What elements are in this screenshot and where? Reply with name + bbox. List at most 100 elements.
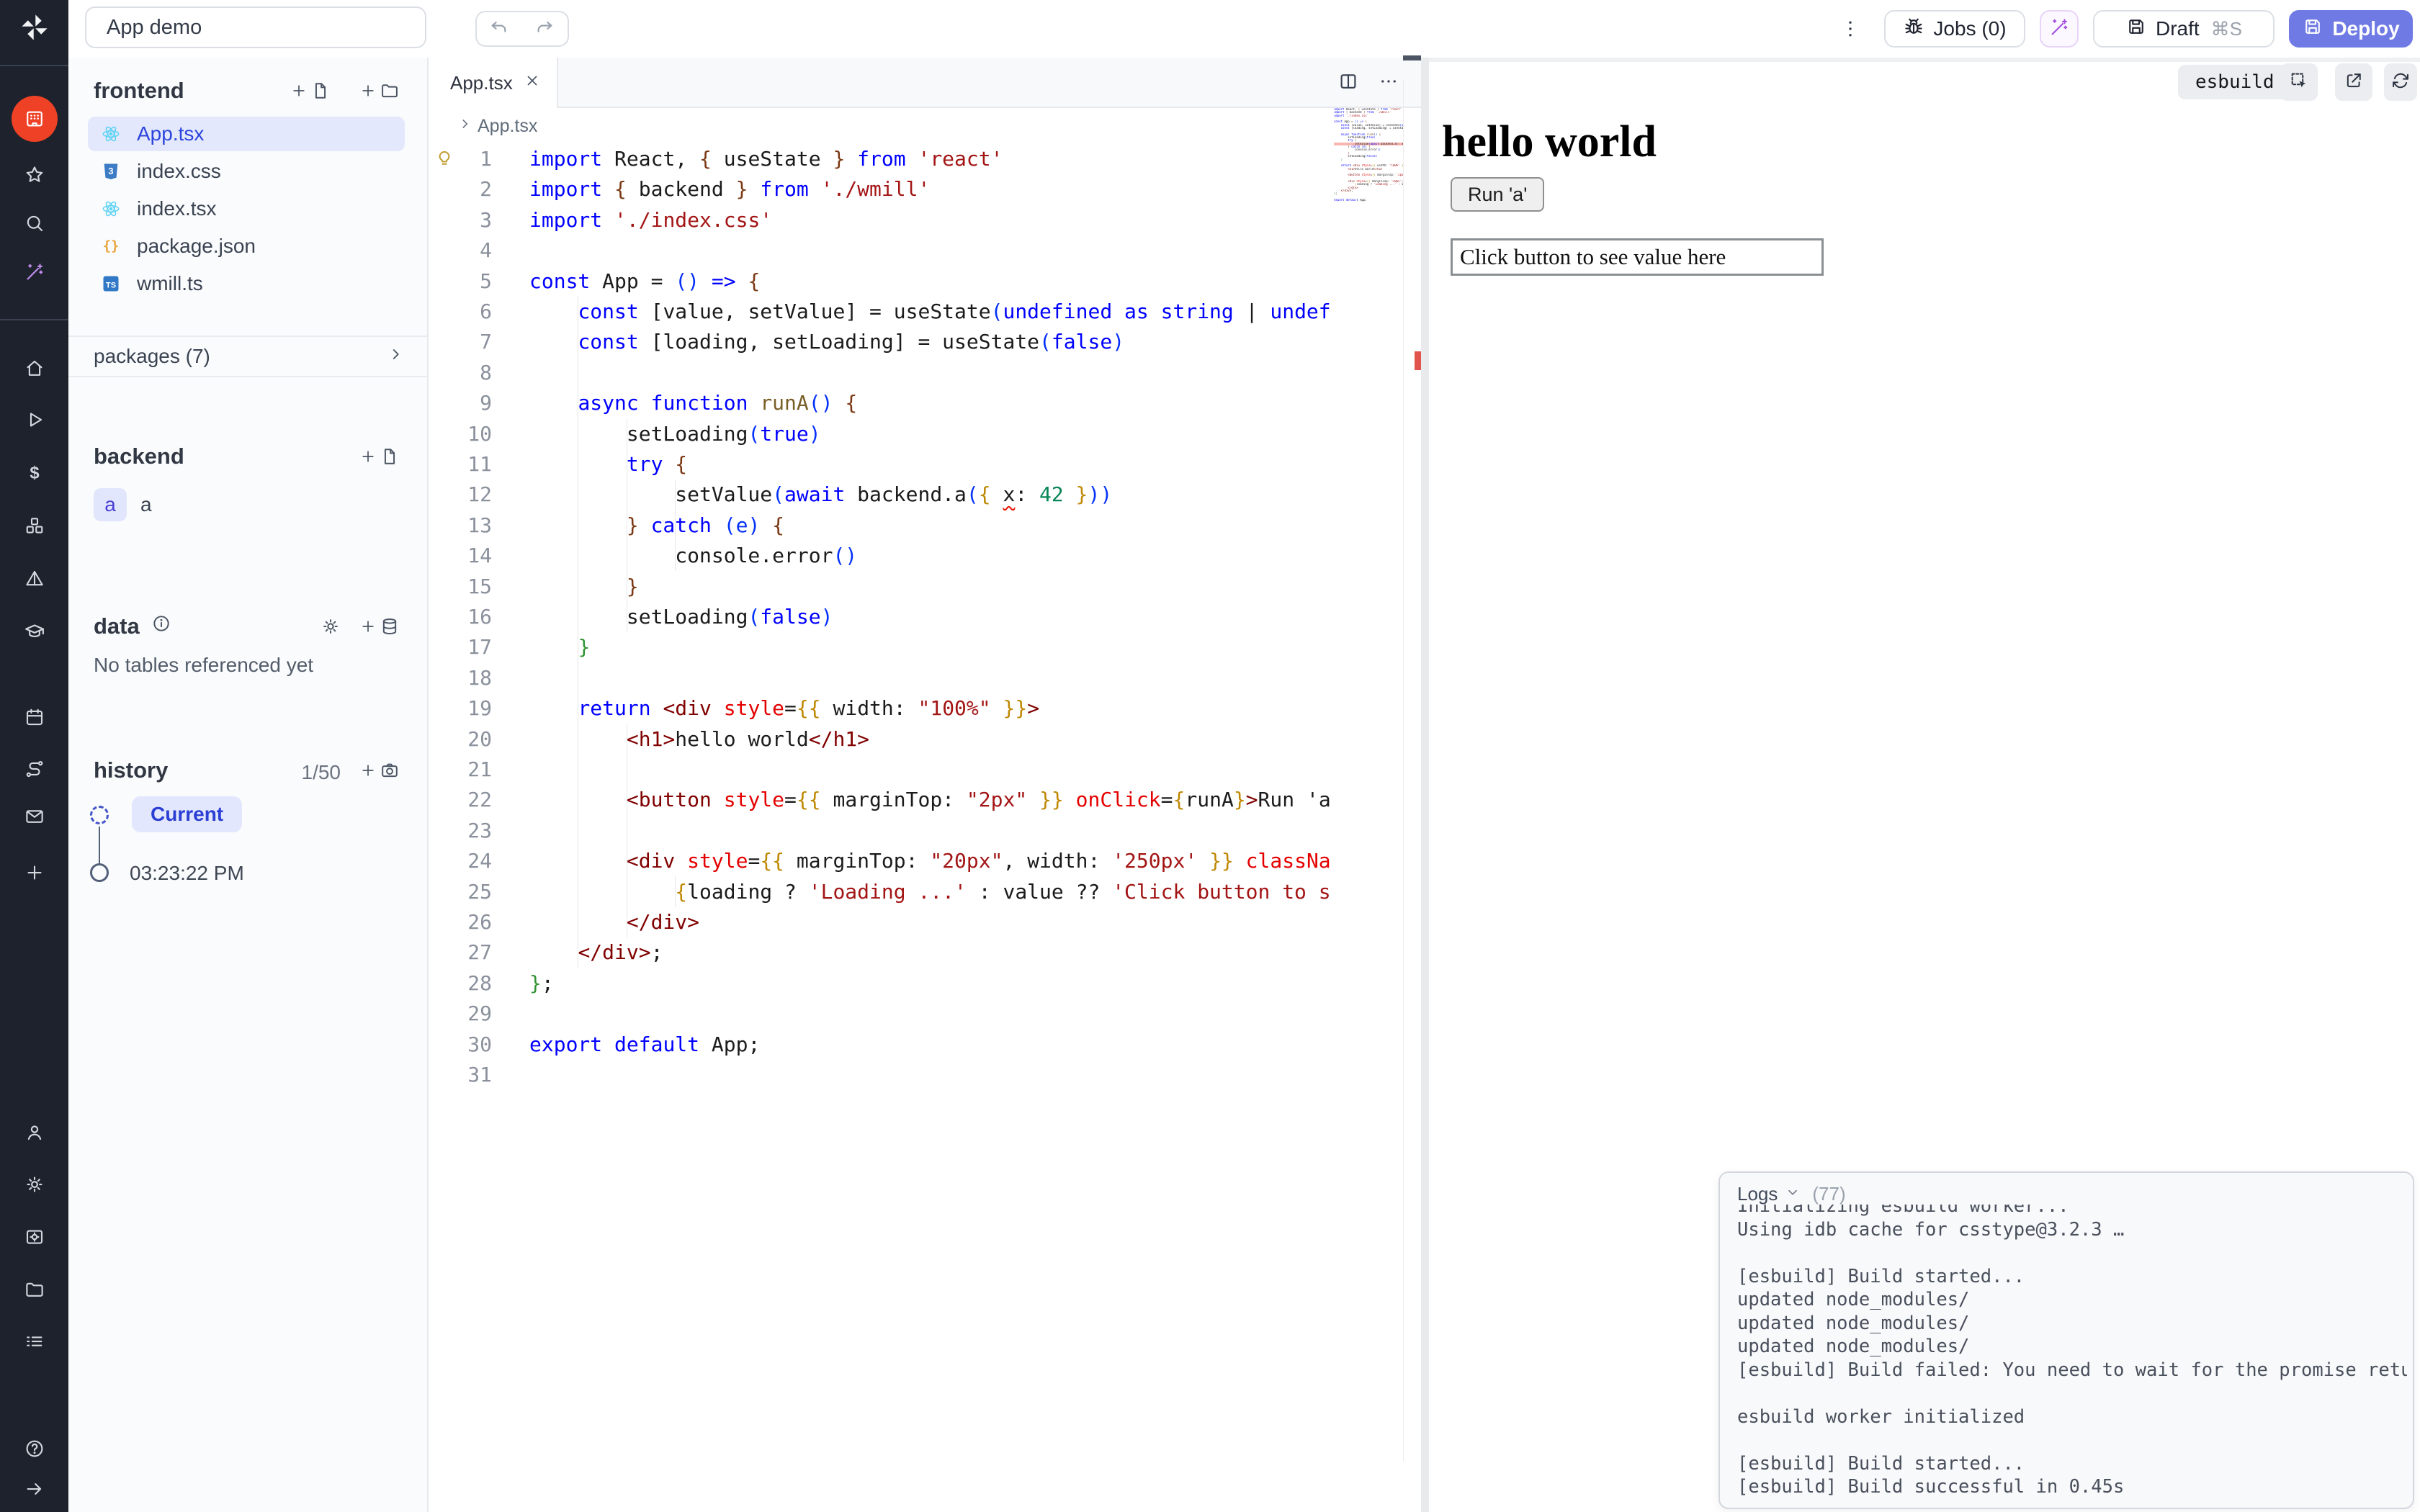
file-row-package-json[interactable]: {}package.json bbox=[88, 229, 405, 264]
add-snapshot-button[interactable] bbox=[359, 760, 400, 784]
route-icon bbox=[24, 758, 45, 780]
split-editor-button[interactable] bbox=[1337, 71, 1359, 96]
open-external-button[interactable] bbox=[2335, 63, 2372, 101]
file-name: index.css bbox=[137, 160, 221, 183]
rail-item-workers[interactable] bbox=[0, 1215, 68, 1259]
inspect-element-button[interactable] bbox=[2280, 63, 2318, 101]
line-number: 18 bbox=[434, 663, 492, 693]
rail-item-flows[interactable] bbox=[0, 747, 68, 791]
rail-item-runs[interactable] bbox=[0, 398, 68, 441]
rail-item-search[interactable] bbox=[0, 202, 68, 245]
plus-icon bbox=[359, 82, 377, 103]
code-line-5: 5const App = () => { bbox=[434, 266, 1421, 297]
file-name: package.json bbox=[137, 235, 256, 258]
code-line-18: 18 bbox=[434, 663, 1421, 693]
react-file-icon bbox=[101, 199, 121, 219]
rail-item-triggers[interactable] bbox=[0, 557, 68, 600]
code-line-8: 8 bbox=[434, 358, 1421, 388]
editor-more-button[interactable] bbox=[1378, 71, 1399, 96]
rail-item-favorites[interactable] bbox=[0, 153, 68, 197]
ai-wand-button[interactable] bbox=[2040, 10, 2079, 48]
arrowright-icon bbox=[24, 1478, 45, 1500]
add-table-button[interactable] bbox=[359, 616, 400, 640]
app-name-input[interactable] bbox=[85, 6, 426, 48]
rail-item-home[interactable] bbox=[0, 347, 68, 390]
gear-icon bbox=[24, 1174, 45, 1195]
line-number: 20 bbox=[434, 724, 492, 755]
log-line: [esbuild] Build started... bbox=[1737, 1265, 2407, 1289]
line-number: 7 bbox=[434, 327, 492, 357]
save-icon bbox=[2125, 16, 2147, 42]
rail-item-workspace-apps[interactable] bbox=[0, 97, 68, 140]
chevron-down-icon bbox=[1785, 1184, 1801, 1204]
panel-splitter[interactable] bbox=[1421, 58, 1429, 1512]
home-icon bbox=[24, 358, 45, 379]
rail-item-inbox[interactable] bbox=[0, 795, 68, 838]
file-icon bbox=[310, 81, 331, 104]
file-row-wmill-ts[interactable]: TSwmill.ts bbox=[88, 266, 405, 301]
draft-button[interactable]: Draft⌘S bbox=[2093, 10, 2275, 48]
add-folder-button[interactable] bbox=[359, 81, 400, 104]
refresh-preview-button[interactable] bbox=[2384, 63, 2417, 101]
data-empty-text: No tables referenced yet bbox=[94, 654, 313, 677]
rail-item-account[interactable] bbox=[0, 1111, 68, 1154]
logs-dropdown[interactable]: Logs bbox=[1737, 1183, 1778, 1205]
undo-button[interactable] bbox=[475, 11, 523, 47]
logs-output[interactable]: Initializing esbuild worker...Using idb … bbox=[1737, 1205, 2407, 1502]
code-line-6: 6 const [value, setValue] = useState(und… bbox=[434, 297, 1421, 327]
add-file-button[interactable] bbox=[290, 81, 331, 104]
run-a-button[interactable]: Run 'a' bbox=[1451, 177, 1544, 212]
rail-item-variables[interactable]: $ bbox=[0, 451, 68, 495]
line-number: 17 bbox=[434, 632, 492, 662]
rail-item-expand-sidebar[interactable] bbox=[0, 1467, 68, 1511]
code-line-2: 2import { backend } from './wmill' bbox=[434, 174, 1421, 204]
line-number: 8 bbox=[434, 358, 492, 388]
rail-item-tutorials[interactable] bbox=[0, 610, 68, 653]
file-name: App.tsx bbox=[137, 122, 204, 145]
code-line-15: 15 } bbox=[434, 572, 1421, 602]
code-line-31: 31 bbox=[434, 1060, 1421, 1090]
jobs-button[interactable]: Jobs (0) bbox=[1884, 10, 2025, 48]
backend-script-badge[interactable]: a bbox=[94, 488, 127, 521]
add-backend-script-button[interactable] bbox=[359, 446, 400, 470]
file-row-app-tsx[interactable]: App.tsx bbox=[88, 117, 405, 151]
windmill-logo-icon[interactable] bbox=[0, 0, 68, 58]
line-number: 6 bbox=[434, 297, 492, 327]
data-section-title: data bbox=[94, 613, 171, 639]
tab-label: App.tsx bbox=[450, 72, 513, 94]
rail-item-create[interactable] bbox=[0, 851, 68, 894]
rail-item-folders[interactable] bbox=[0, 1268, 68, 1311]
rail-item-audit-logs[interactable] bbox=[0, 1320, 68, 1363]
rail-item-ai-assistant[interactable] bbox=[0, 251, 68, 294]
file-row-index-css[interactable]: 3index.css bbox=[88, 154, 405, 189]
timeline-line bbox=[99, 827, 100, 864]
rail-item-help[interactable] bbox=[0, 1427, 68, 1470]
close-tab-button[interactable] bbox=[524, 72, 541, 94]
rail-item-schedules[interactable] bbox=[0, 696, 68, 739]
folder-icon bbox=[24, 1279, 45, 1300]
frontend-section-title: frontend bbox=[94, 78, 184, 104]
top-bar: Jobs (0) Draft⌘S Deploy bbox=[68, 0, 2420, 59]
minimap[interactable]: import React, { useState } from 'react'i… bbox=[1331, 108, 1421, 1426]
rail-item-settings[interactable] bbox=[0, 1163, 68, 1206]
packages-row[interactable]: packages (7) bbox=[68, 336, 427, 377]
redo-button[interactable] bbox=[521, 11, 569, 47]
deploy-button[interactable]: Deploy bbox=[2289, 10, 2413, 48]
line-number: 14 bbox=[434, 541, 492, 571]
breadcrumb-file: App.tsx bbox=[478, 116, 537, 137]
logs-header: Logs (77) bbox=[1720, 1173, 2413, 1205]
draft-label: Draft bbox=[2156, 17, 2200, 40]
tab-app-tsx[interactable]: App.tsx bbox=[429, 58, 558, 108]
log-line: updated node_modules/ bbox=[1737, 1288, 2407, 1312]
current-version-badge[interactable]: Current bbox=[132, 796, 242, 832]
data-title-text: data bbox=[94, 613, 140, 639]
code-area[interactable]: 1import React, { useState } from 'react'… bbox=[429, 144, 1421, 1512]
data-settings-button[interactable] bbox=[321, 616, 341, 640]
more-menu-button[interactable] bbox=[1839, 17, 1862, 44]
rail-item-resources[interactable] bbox=[0, 504, 68, 547]
minimap-slider[interactable] bbox=[1403, 55, 1421, 60]
breadcrumb[interactable]: App.tsx bbox=[457, 108, 537, 144]
log-line: updated node_modules/ bbox=[1737, 1335, 2407, 1359]
file-row-index-tsx[interactable]: index.tsx bbox=[88, 192, 405, 226]
line-number: 25 bbox=[434, 877, 492, 907]
